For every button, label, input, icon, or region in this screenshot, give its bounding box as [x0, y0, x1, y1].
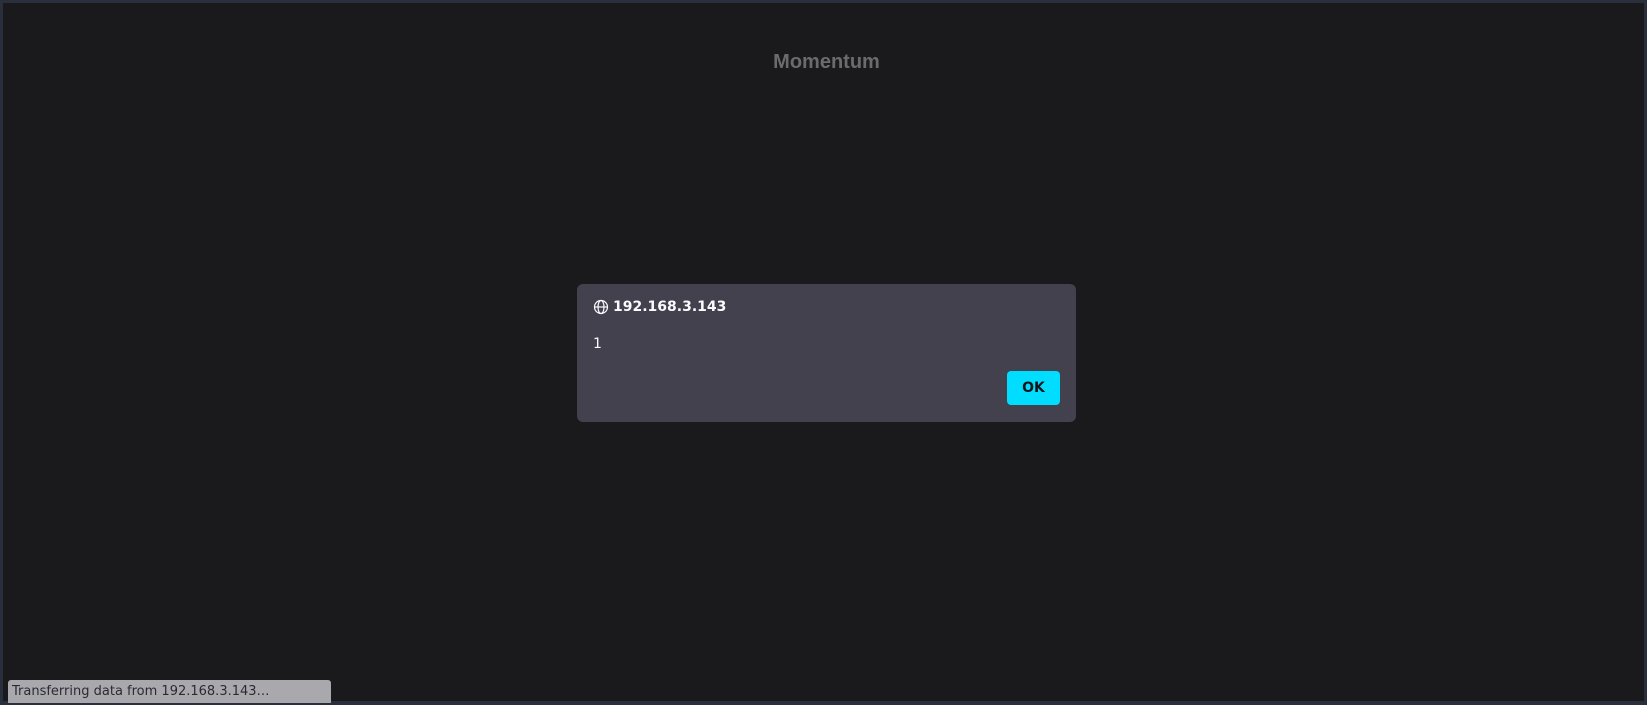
dialog-header: 192.168.3.143	[593, 299, 726, 315]
ok-button[interactable]: OK	[1007, 371, 1060, 405]
alert-dialog: 192.168.3.143 1 OK	[577, 284, 1076, 422]
globe-icon	[593, 299, 609, 315]
page-title: Momentum	[773, 51, 880, 73]
dialog-origin: 192.168.3.143	[613, 299, 727, 315]
status-bar: Transferring data from 192.168.3.143…	[8, 680, 331, 703]
dialog-message: 1	[593, 336, 602, 352]
browser-content-area: Momentum 192.168.3.143 1 OK Transferring…	[0, 0, 1647, 705]
